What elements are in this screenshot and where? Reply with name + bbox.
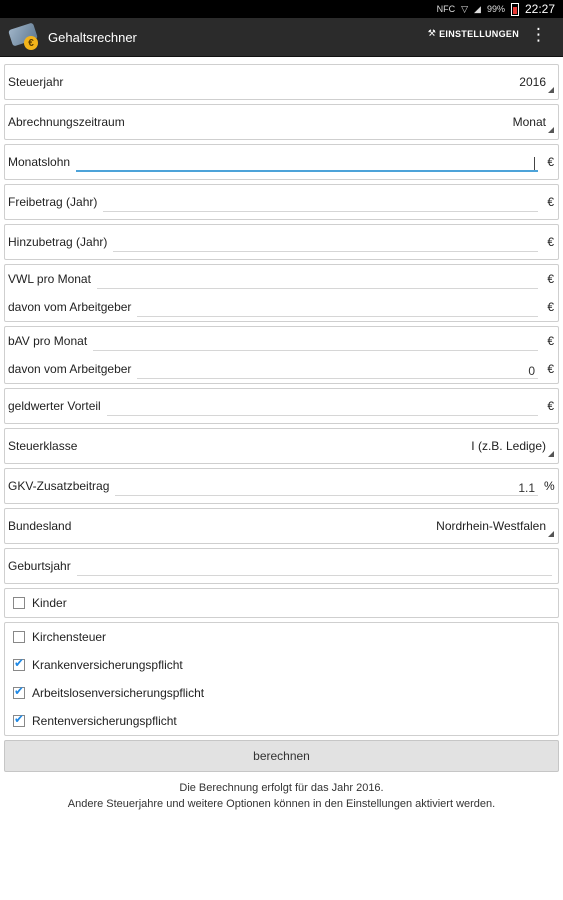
dropdown-arrow-icon xyxy=(548,531,554,537)
unit-label: % xyxy=(544,479,555,493)
field-label: bAV pro Monat xyxy=(8,334,88,348)
dropdown-arrow-icon xyxy=(548,87,554,93)
field-label: Monatslohn xyxy=(8,155,71,169)
status-time: 22:27 xyxy=(524,2,555,16)
freibetrag-row: Freibetrag (Jahr) € xyxy=(4,184,559,220)
vwl-arbeitgeber-input[interactable] xyxy=(137,302,538,317)
krankenversicherung-row[interactable]: Krankenversicherungspflicht xyxy=(5,651,558,679)
field-label: geldwerter Vorteil xyxy=(8,399,101,413)
field-label: Freibetrag (Jahr) xyxy=(8,195,98,209)
unit-label: € xyxy=(547,195,554,209)
bav-row: bAV pro Monat € xyxy=(5,327,558,355)
settings-button[interactable]: ⚒ EINSTELLUNGEN xyxy=(428,28,519,39)
kinder-row[interactable]: Kinder xyxy=(4,588,559,618)
unit-label: € xyxy=(547,362,554,376)
field-label: Geburtsjahr xyxy=(8,559,71,573)
dropdown-arrow-icon xyxy=(548,451,554,457)
field-label: davon vom Arbeitgeber xyxy=(8,362,132,376)
checkbox-label: Rentenversicherungspflicht xyxy=(32,714,177,728)
versicherung-group: Kirchensteuer Krankenversicherungspflich… xyxy=(4,622,559,736)
battery-icon xyxy=(510,2,519,16)
app-title: Gehaltsrechner xyxy=(48,29,137,45)
hinzubetrag-row: Hinzubetrag (Jahr) € xyxy=(4,224,559,260)
kirchensteuer-checkbox[interactable] xyxy=(13,631,25,643)
nfc-icon: NFC xyxy=(436,4,456,14)
text-cursor xyxy=(534,157,535,171)
monatslohn-input[interactable] xyxy=(76,156,538,172)
rentenversicherung-checkbox[interactable] xyxy=(13,712,25,727)
kinder-checkbox[interactable] xyxy=(13,597,25,609)
info-line: Die Berechnung erfolgt für das Jahr 2016… xyxy=(179,782,384,794)
geldwerter-vorteil-row: geldwerter Vorteil € xyxy=(4,388,559,424)
rentenversicherung-row[interactable]: Rentenversicherungspflicht xyxy=(5,707,558,735)
monatslohn-row: Monatslohn € xyxy=(4,144,559,180)
bundesland-spinner[interactable]: Bundesland Nordrhein-Westfalen xyxy=(4,508,559,544)
kirchensteuer-row[interactable]: Kirchensteuer xyxy=(5,623,558,651)
spinner-value: 2016 xyxy=(519,75,546,89)
checkbox-label: Krankenversicherungspflicht xyxy=(32,658,183,672)
checkbox-label: Arbeitslosenversicherungspflicht xyxy=(32,686,205,700)
steuerklasse-spinner[interactable]: Steuerklasse I (z.B. Ledige) xyxy=(4,428,559,464)
info-line: Andere Steuerjahre und weitere Optionen … xyxy=(67,798,496,810)
field-label: VWL pro Monat xyxy=(8,272,91,286)
checkbox-label: Kirchensteuer xyxy=(32,630,107,644)
wrench-icon: ⚒ xyxy=(427,28,437,38)
field-label: Steuerjahr xyxy=(8,75,64,89)
settings-label: EINSTELLUNGEN xyxy=(439,28,519,39)
geburtsjahr-input[interactable] xyxy=(76,561,552,576)
field-label: davon vom Arbeitgeber xyxy=(8,300,132,314)
unit-label: € xyxy=(547,300,554,314)
vwl-group: VWL pro Monat € davon vom Arbeitgeber € xyxy=(4,264,559,322)
field-label: Bundesland xyxy=(8,519,72,533)
bav-arbeitgeber-row: davon vom Arbeitgeber 0 € xyxy=(5,355,558,383)
geburtsjahr-row: Geburtsjahr xyxy=(4,548,559,584)
form-content: Steuerjahr 2016 Abrechnungszeitraum Mona… xyxy=(0,57,563,812)
gkv-zusatzbeitrag-input[interactable]: 1.1 xyxy=(115,481,538,496)
unit-label: € xyxy=(547,272,554,286)
app-logo-icon: € xyxy=(8,22,44,52)
spinner-value: Nordrhein-Westfalen xyxy=(436,519,546,533)
wifi-icon: ▽ xyxy=(461,3,469,14)
krankenversicherung-checkbox[interactable] xyxy=(13,656,25,671)
hinzubetrag-input[interactable] xyxy=(113,237,538,252)
field-label: Abrechnungszeitraum xyxy=(8,115,125,129)
berechnen-button[interactable]: berechnen xyxy=(4,740,559,772)
bav-group: bAV pro Monat € davon vom Arbeitgeber 0 … xyxy=(4,326,559,384)
status-bar: NFC ▽ ◢ 99% 22:27 xyxy=(0,0,563,18)
field-label: Hinzubetrag (Jahr) xyxy=(8,235,108,249)
cell-signal-icon: ◢ xyxy=(474,3,481,14)
action-bar: € Gehaltsrechner ⚒ EINSTELLUNGEN ⋮ xyxy=(0,18,563,57)
battery-percent: 99% xyxy=(486,4,505,14)
vwl-input[interactable] xyxy=(96,274,538,289)
abrechnungszeitraum-spinner[interactable]: Abrechnungszeitraum Monat xyxy=(4,104,559,140)
geldwerter-vorteil-input[interactable] xyxy=(106,401,538,416)
vwl-row: VWL pro Monat € xyxy=(5,265,558,293)
arbeitslosenversicherung-row[interactable]: Arbeitslosenversicherungspflicht xyxy=(5,679,558,707)
gkv-zusatzbeitrag-row: GKV-Zusatzbeitrag 1.1 % xyxy=(4,468,559,504)
unit-label: € xyxy=(547,155,554,169)
bav-arbeitgeber-input[interactable]: 0 xyxy=(137,364,538,379)
overflow-menu-icon[interactable]: ⋮ xyxy=(530,26,547,43)
steuerjahr-spinner[interactable]: Steuerjahr 2016 xyxy=(4,64,559,100)
arbeitslosenversicherung-checkbox[interactable] xyxy=(13,684,25,699)
field-label: Steuerklasse xyxy=(8,439,78,453)
spinner-value: Monat xyxy=(512,115,546,129)
field-label: GKV-Zusatzbeitrag xyxy=(8,479,110,493)
freibetrag-input[interactable] xyxy=(103,197,538,212)
spinner-value: I (z.B. Ledige) xyxy=(471,439,546,453)
dropdown-arrow-icon xyxy=(548,127,554,133)
unit-label: € xyxy=(547,399,554,413)
checkbox-label: Kinder xyxy=(32,596,67,610)
info-text: Die Berechnung erfolgt für das Jahr 2016… xyxy=(4,780,559,812)
unit-label: € xyxy=(547,334,554,348)
vwl-arbeitgeber-row: davon vom Arbeitgeber € xyxy=(5,293,558,321)
unit-label: € xyxy=(547,235,554,249)
bav-input[interactable] xyxy=(93,336,538,351)
